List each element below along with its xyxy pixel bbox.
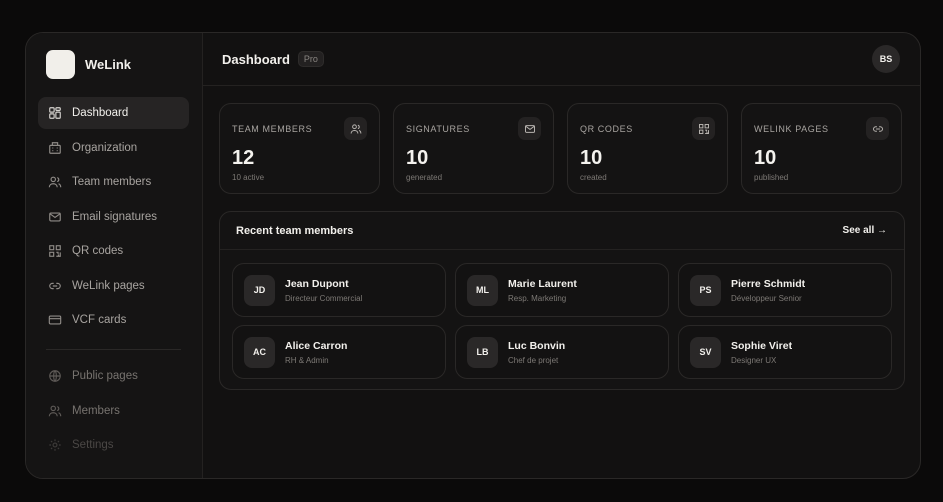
stat-card-welink-pages[interactable]: WELINK PAGES 10 published xyxy=(741,103,902,194)
users-icon xyxy=(344,117,367,140)
qr-icon xyxy=(49,245,61,257)
member-card[interactable]: PS Pierre Schmidt Développeur Senior xyxy=(678,263,892,317)
card-icon xyxy=(48,315,62,325)
globe-icon xyxy=(49,370,61,382)
gear-icon xyxy=(49,439,61,451)
member-card[interactable]: SV Sophie Viret Designer UX xyxy=(678,325,892,379)
stat-label: SIGNATURES xyxy=(406,124,470,134)
sidebar: WeLink Dashboard Organization Team membe… xyxy=(26,33,203,478)
avatar: PS xyxy=(690,274,721,306)
stat-sub: published xyxy=(754,173,789,182)
panel-title: Recent team members xyxy=(236,224,354,237)
sidebar-item-email-signatures[interactable]: Email signatures xyxy=(38,201,189,233)
avatar: JD xyxy=(244,274,275,306)
avatar: ML xyxy=(467,274,498,306)
member-info: Alice Carron RH & Admin xyxy=(285,340,347,365)
stats-row: TEAM MEMBERS 12 10 active SIGNATURES 10 … xyxy=(219,103,902,194)
member-role: Designer UX xyxy=(731,355,777,365)
plan-badge: Pro xyxy=(297,51,324,67)
brand[interactable]: WeLink xyxy=(46,50,131,79)
stat-value: 12 xyxy=(232,147,255,169)
sidebar-item-label: Settings xyxy=(72,439,114,451)
member-info: Jean Dupont Directeur Commercial xyxy=(285,278,362,303)
sidebar-item-label: WeLink pages xyxy=(72,279,145,292)
stat-card-team-members[interactable]: TEAM MEMBERS 12 10 active xyxy=(219,103,380,194)
stat-card-signatures[interactable]: SIGNATURES 10 generated xyxy=(393,103,554,194)
users-icon xyxy=(48,405,62,416)
member-card[interactable]: ML Marie Laurent Resp. Marketing xyxy=(455,263,669,317)
sidebar-item-welink-pages[interactable]: WeLink pages xyxy=(38,270,189,302)
link-icon xyxy=(866,117,889,140)
panel-header: Recent team members See all → xyxy=(220,212,904,250)
stat-label: TEAM MEMBERS xyxy=(232,124,313,134)
app-window: WeLink Dashboard Organization Team membe… xyxy=(25,32,921,479)
member-info: Marie Laurent Resp. Marketing xyxy=(508,278,577,303)
sidebar-item-organization[interactable]: Organization xyxy=(38,132,189,164)
member-card[interactable]: AC Alice Carron RH & Admin xyxy=(232,325,446,379)
member-name: Alice Carron xyxy=(285,339,348,352)
stat-sub: created xyxy=(580,173,607,182)
brand-logo xyxy=(46,50,75,79)
building-icon xyxy=(49,141,61,154)
sidebar-divider xyxy=(46,349,181,350)
sidebar-item-label: QR codes xyxy=(72,245,124,257)
see-all-link[interactable]: See all → xyxy=(843,225,887,236)
sidebar-item-label: Team members xyxy=(72,176,152,188)
member-card[interactable]: LB Luc Bonvin Chef de projet xyxy=(455,325,669,379)
stat-sub: 10 active xyxy=(232,173,265,182)
sidebar-item-label: Dashboard xyxy=(72,107,129,119)
stat-value: 10 xyxy=(406,147,429,169)
member-name: Sophie Viret xyxy=(731,339,793,352)
sidebar-item-label: Members xyxy=(72,404,120,417)
sidebar-item-label: Email signatures xyxy=(72,210,158,223)
member-info: Luc Bonvin Chef de projet xyxy=(508,340,565,365)
member-card[interactable]: JD Jean Dupont Directeur Commercial xyxy=(232,263,446,317)
sidebar-item-label: Public pages xyxy=(72,370,138,382)
page-title: Dashboard xyxy=(222,51,290,67)
sidebar-item-team-members[interactable]: Team members xyxy=(38,166,189,198)
member-info: Pierre Schmidt Développeur Senior xyxy=(731,278,805,303)
link-icon xyxy=(49,282,61,289)
member-name: Pierre Schmidt xyxy=(731,277,806,290)
stat-sub: generated xyxy=(406,173,443,182)
topbar: Dashboard Pro BS xyxy=(203,33,920,86)
sidebar-nav: Dashboard Organization Team members Emai… xyxy=(38,97,189,464)
sidebar-item-vcf-cards[interactable]: VCF cards xyxy=(38,304,189,336)
member-info: Sophie Viret Designer UX xyxy=(731,340,792,365)
stat-value: 10 xyxy=(580,147,603,169)
sidebar-item-qr-codes[interactable]: QR codes xyxy=(38,235,189,267)
avatar: SV xyxy=(690,336,721,368)
mail-icon xyxy=(49,211,61,222)
avatar: AC xyxy=(244,336,275,368)
stat-value: 10 xyxy=(754,147,777,169)
brand-name: WeLink xyxy=(85,57,131,72)
mail-icon xyxy=(518,117,541,140)
stat-label: QR CODES xyxy=(580,124,633,134)
sidebar-item-public-pages[interactable]: Public pages xyxy=(38,360,189,392)
dashboard-icon xyxy=(49,107,61,119)
qr-icon xyxy=(692,117,715,140)
sidebar-item-label: VCF cards xyxy=(72,314,127,326)
member-grid: JD Jean Dupont Directeur Commercial ML M… xyxy=(232,263,892,379)
sidebar-item-members[interactable]: Members xyxy=(38,395,189,427)
users-icon xyxy=(48,176,62,188)
recent-team-members-panel: Recent team members See all → JD Jean Du… xyxy=(219,211,905,390)
sidebar-item-label: Organization xyxy=(72,141,138,154)
stat-card-qr-codes[interactable]: QR CODES 10 created xyxy=(567,103,728,194)
member-role: RH & Admin xyxy=(285,355,329,365)
member-role: Développeur Senior xyxy=(731,293,802,303)
member-name: Luc Bonvin xyxy=(508,339,566,352)
stat-label: WELINK PAGES xyxy=(754,124,829,134)
member-role: Resp. Marketing xyxy=(508,293,567,303)
member-role: Chef de projet xyxy=(508,355,559,365)
avatar: LB xyxy=(467,336,498,368)
sidebar-item-dashboard[interactable]: Dashboard xyxy=(38,97,189,129)
member-name: Marie Laurent xyxy=(508,277,577,290)
member-name: Jean Dupont xyxy=(285,277,349,290)
user-avatar[interactable]: BS xyxy=(872,45,900,73)
sidebar-item-settings[interactable]: Settings xyxy=(38,429,189,461)
member-role: Directeur Commercial xyxy=(285,293,363,303)
